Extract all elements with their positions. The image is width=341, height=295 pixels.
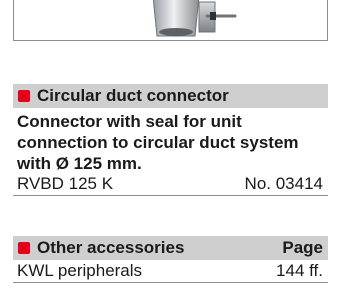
duct-connector-image: [152, 0, 237, 37]
product-description: Connector with seal for unit connection …: [17, 112, 299, 173]
red-bullet-icon: [18, 242, 30, 254]
product-row: RVBD 125 K No. 03414: [13, 174, 328, 196]
section-header: Circular duct connector: [13, 84, 328, 108]
product-number: No. 03414: [244, 174, 323, 193]
section-title: Other accessories: [37, 238, 185, 257]
section-header: Other accessories Page: [13, 236, 328, 260]
accessory-page: 144 ff.: [276, 261, 323, 280]
accessory-label: KWL peripherals: [17, 261, 143, 280]
red-bullet-icon: [18, 90, 30, 102]
product-image-frame: [13, 0, 328, 41]
other-accessories-section: Other accessories Page KWL peripherals 1…: [13, 236, 328, 283]
product-name: RVBD 125 K: [17, 174, 114, 193]
page-column-header: Page: [282, 238, 323, 257]
accessory-row: KWL peripherals 144 ff.: [13, 261, 328, 283]
section-title: Circular duct connector: [37, 86, 229, 105]
circular-duct-connector-section: Circular duct connector Connector with s…: [13, 84, 328, 196]
